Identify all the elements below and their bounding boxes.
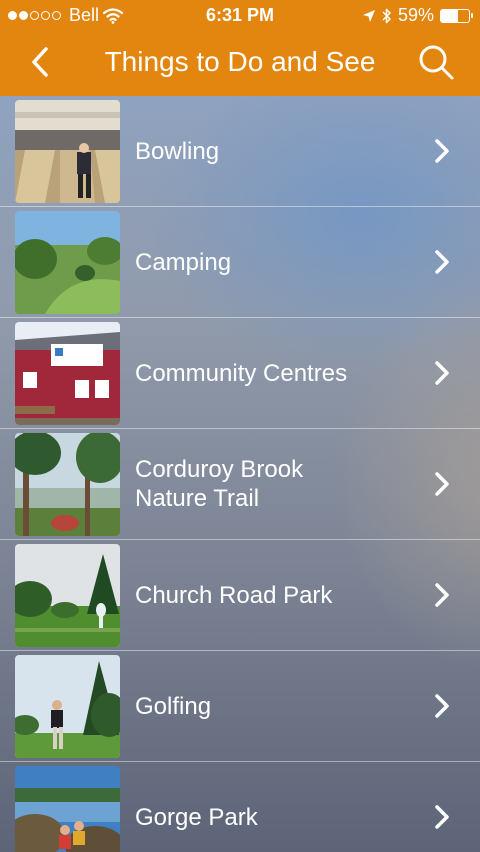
chevron-right-icon (435, 472, 449, 496)
park-thumbnail (15, 544, 120, 647)
chevron-right-icon (435, 694, 449, 718)
battery-level (441, 9, 458, 22)
bluetooth-icon (382, 8, 391, 23)
list-item-label: Camping (135, 248, 232, 276)
list-item-label: Gorge Park (135, 803, 258, 831)
nav-bar: Things to Do and See (0, 32, 480, 96)
page-title: Things to Do and See (104, 46, 376, 77)
camping-thumbnail (15, 211, 120, 314)
list-item-golfing[interactable]: Golfing (0, 651, 480, 762)
status-bar: Bell 6:31 PM 59% (0, 0, 480, 32)
search-button[interactable] (416, 42, 456, 82)
chevron-right-icon (435, 139, 449, 163)
chevron-right-icon (435, 583, 449, 607)
list-item-community-centres[interactable]: Community Centres (0, 318, 480, 429)
chevron-right-icon (435, 250, 449, 274)
bowling-thumbnail (15, 100, 120, 203)
location-arrow-icon (362, 9, 375, 22)
status-icons: 59% (362, 5, 473, 26)
list-item-label: Community Centres (135, 359, 348, 387)
search-icon (419, 45, 454, 80)
list-item-bowling[interactable]: Bowling (0, 96, 480, 207)
chevron-right-icon (435, 361, 449, 385)
list-item-church-road-park[interactable]: Church Road Park (0, 540, 480, 651)
chevron-right-icon (435, 805, 449, 829)
header: Bell 6:31 PM 59% Things to Do and See (0, 0, 480, 96)
list-item-label: Golfing (135, 692, 212, 720)
list-item-corduroy-brook[interactable]: Corduroy Brook Nature Trail (0, 429, 480, 540)
gorge-park-thumbnail (15, 766, 120, 852)
list-item-label: Bowling (135, 137, 220, 165)
list-item-label: Corduroy Brook Nature Trail (135, 456, 304, 512)
battery-percent: 59% (397, 5, 434, 25)
list-item-gorge-park[interactable]: Gorge Park (0, 762, 480, 852)
golfing-thumbnail (15, 655, 120, 758)
battery-icon (440, 8, 473, 23)
activity-list: Bowling Camping Community Centres Cordur… (0, 96, 480, 852)
list-item-label: Church Road Park (135, 581, 333, 609)
nature-trail-thumbnail (15, 433, 120, 536)
list-item-camping[interactable]: Camping (0, 207, 480, 318)
community-centre-thumbnail (15, 322, 120, 425)
